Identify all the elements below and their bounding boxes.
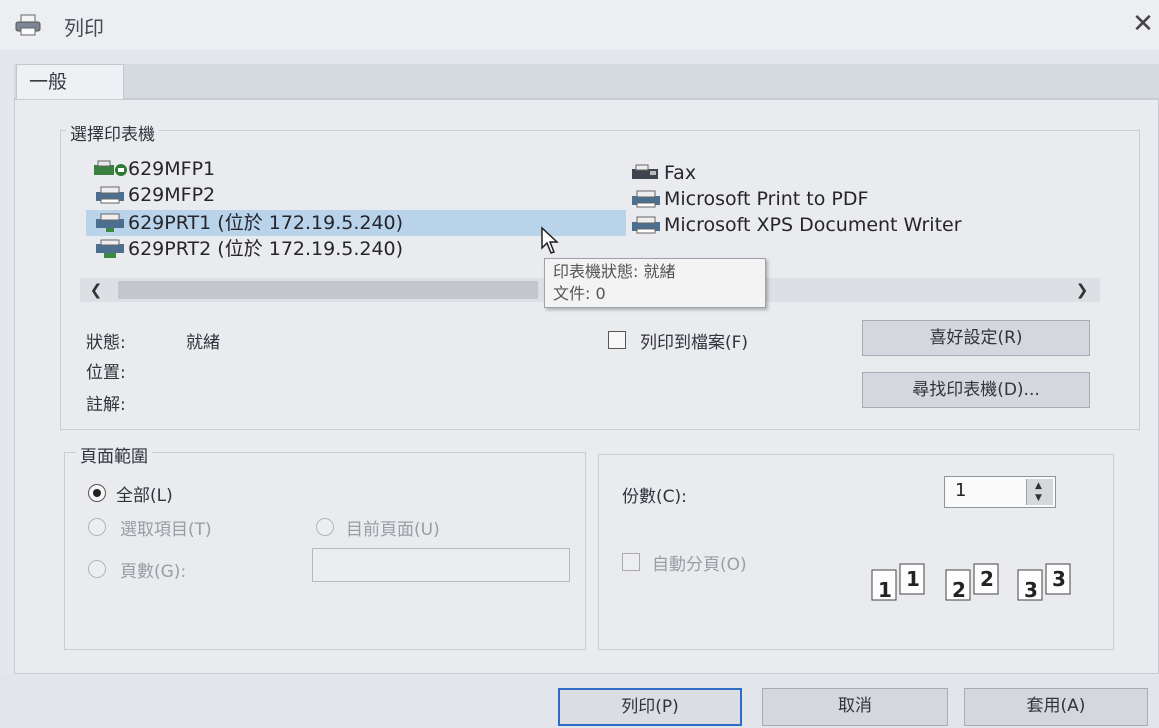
svg-text:3: 3 (1052, 567, 1066, 591)
page-range-selection-label: 選取項目(T) (120, 520, 212, 540)
printer-item-microsoft-xps-document-writer[interactable]: Microsoft XPS Document Writer (622, 212, 962, 238)
printer-item-fax[interactable]: Fax (622, 160, 696, 186)
svg-text:1: 1 (906, 567, 920, 591)
printer-icon (96, 186, 124, 204)
printer-name: 629PRT1 (位於 172.19.5.240) (128, 212, 404, 234)
printer-item-629mfp2[interactable]: 629MFP2 (86, 182, 215, 208)
page-range-pages-radio[interactable] (88, 560, 106, 578)
title-bar: 列印 ✕ (0, 0, 1159, 50)
printer-name: 629MFP1 (128, 158, 216, 180)
print-to-file-checkbox[interactable] (608, 331, 626, 349)
fax-icon (632, 164, 658, 179)
location-label: 位置: (86, 363, 126, 383)
close-button[interactable]: ✕ (1130, 10, 1156, 38)
page-range-current-label: 目前頁面(U) (346, 520, 440, 540)
printer-list[interactable]: 629MFP1 629MFP2 629PRT1 (位於 172.19.5.240… (80, 156, 1120, 266)
mouse-cursor-icon (541, 226, 559, 254)
printer-item-629prt2[interactable]: 629PRT2 (位於 172.19.5.240) (86, 236, 403, 262)
page-range-selection-radio[interactable] (88, 518, 106, 536)
find-printer-button[interactable]: 尋找印表機(D)... (862, 372, 1090, 408)
print-to-file-label: 列印到檔案(F) (640, 333, 749, 353)
cancel-button[interactable]: 取消 (762, 688, 948, 726)
spin-down-icon[interactable]: ▼ (1035, 493, 1042, 503)
window-title: 列印 (64, 16, 104, 40)
printer-name: 629MFP2 (128, 184, 216, 206)
svg-text:2: 2 (980, 567, 994, 591)
copies-value: 1 (955, 480, 967, 501)
printer-item-microsoft-print-to-pdf[interactable]: Microsoft Print to PDF (622, 186, 868, 212)
network-printer-icon (96, 213, 124, 232)
printer-name: Microsoft Print to PDF (664, 188, 869, 210)
collate-label: 自動分頁(O) (652, 555, 747, 575)
printer-tooltip: 印表機狀態: 就緒 文件: 0 (544, 258, 766, 308)
comment-label: 註解: (86, 395, 126, 415)
svg-text:1: 1 (878, 578, 892, 602)
page-range-legend: 頁面範圍 (76, 442, 152, 467)
copies-stepper[interactable]: 1 ▲ ▼ (944, 476, 1056, 508)
tab-general[interactable]: 一般 (16, 64, 124, 100)
printer-name: Fax (664, 162, 697, 184)
tab-strip (14, 64, 1159, 99)
copies-label: 份數(C): (622, 487, 687, 507)
collate-checkbox[interactable] (622, 553, 640, 571)
printer-name: Microsoft XPS Document Writer (664, 214, 962, 236)
select-printer-legend: 選擇印表機 (66, 120, 159, 145)
printer-name: 629PRT2 (位於 172.19.5.240) (128, 238, 404, 260)
tooltip-documents: 文件: 0 (553, 284, 606, 303)
svg-text:3: 3 (1024, 578, 1038, 602)
printer-item-629mfp1[interactable]: 629MFP1 (86, 156, 215, 182)
printer-icon (632, 216, 660, 234)
page-range-all-label: 全部(L) (116, 486, 173, 506)
copies-spin-buttons[interactable]: ▲ ▼ (1026, 479, 1053, 505)
network-printer-icon (96, 239, 124, 258)
printer-icon (94, 160, 127, 176)
scrollbar-thumb[interactable] (118, 281, 538, 299)
page-range-all-radio[interactable] (88, 484, 106, 502)
page-range-pages-label: 頁數(G): (120, 562, 187, 582)
printer-icon (632, 190, 660, 208)
scroll-right-icon[interactable]: ❯ (1070, 278, 1094, 302)
print-button[interactable]: 列印(P) (558, 688, 742, 726)
status-label: 狀態: (86, 333, 126, 353)
page-range-current-radio[interactable] (316, 518, 334, 536)
preferences-button[interactable]: 喜好設定(R) (862, 320, 1090, 356)
spin-up-icon[interactable]: ▲ (1035, 481, 1042, 491)
collate-pages-icon: 11 22 33 (871, 563, 1071, 602)
status-value: 就緒 (186, 333, 220, 353)
scroll-left-icon[interactable]: ❮ (84, 278, 108, 302)
print-dialog: 列印 ✕ 一般 選擇印表機 629MFP1 629MFP2 629PRT1 (位… (0, 0, 1159, 728)
svg-text:2: 2 (952, 578, 966, 602)
pages-input[interactable] (312, 548, 570, 582)
tooltip-status: 印表機狀態: 就緒 (553, 262, 676, 281)
printer-icon (15, 14, 41, 36)
apply-button[interactable]: 套用(A) (964, 688, 1148, 726)
